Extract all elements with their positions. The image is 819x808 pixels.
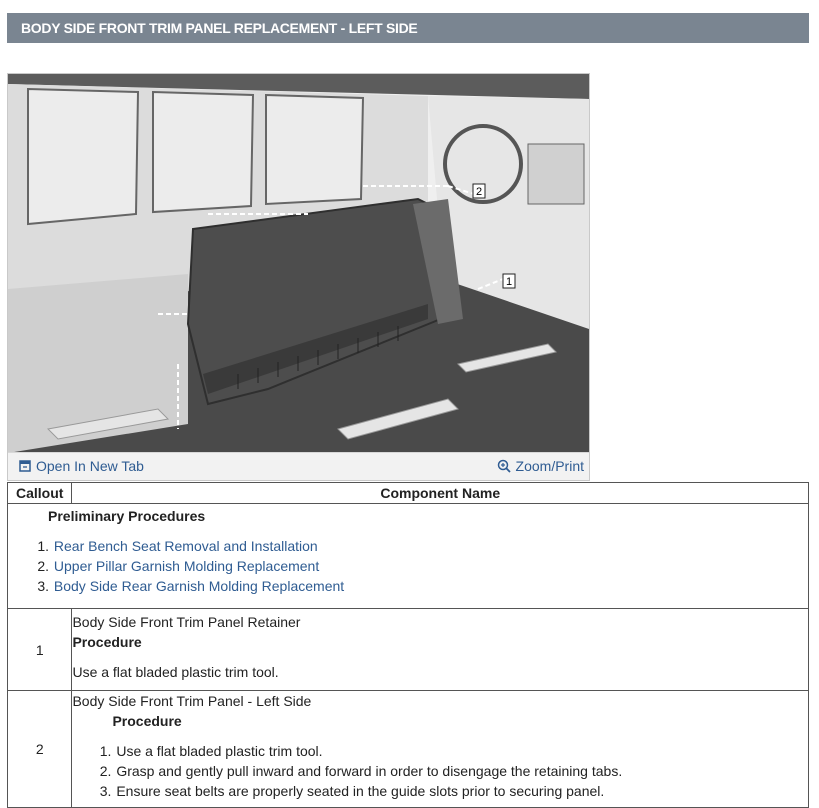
procedure-steps: 1. Use a flat bladed plastic trim tool. … — [72, 741, 800, 801]
list-item: 1. Rear Bench Seat Removal and Installat… — [34, 536, 808, 556]
table-row: 2 Body Side Front Trim Panel - Left Side… — [6, 690, 809, 808]
list-item: 3. Body Side Rear Garnish Molding Replac… — [34, 576, 808, 596]
diagram-figure: 2 1 Open In New Tab Zoom/Print — [7, 73, 590, 481]
procedure-text: Use a flat bladed plastic trim tool. — [72, 663, 279, 680]
open-in-new-tab-label: Open In New Tab — [36, 458, 144, 474]
page-title: BODY SIDE FRONT TRIM PANEL REPLACEMENT -… — [7, 13, 809, 43]
zoom-icon — [497, 459, 511, 473]
procedure-label: Procedure — [112, 713, 182, 729]
link-rear-bench-seat[interactable]: Rear Bench Seat Removal and Installation — [54, 538, 318, 554]
list-item: 3. Ensure seat belts are properly seated… — [96, 781, 800, 801]
callout-marker-1: 1 — [502, 273, 516, 289]
callout-number: 1 — [6, 608, 73, 691]
preliminary-list: 1. Rear Bench Seat Removal and Installat… — [34, 536, 808, 596]
table-header-row: Callout Component Name — [6, 482, 809, 504]
open-in-new-tab-link[interactable]: Open In New Tab — [19, 458, 144, 474]
zoom-print-label: Zoom/Print — [515, 458, 584, 474]
component-cell: Body Side Front Trim Panel Retainer Proc… — [71, 608, 809, 691]
component-cell: Body Side Front Trim Panel - Left Side P… — [71, 690, 809, 808]
open-new-tab-icon — [19, 460, 31, 472]
link-body-side-rear-garnish[interactable]: Body Side Rear Garnish Molding Replaceme… — [54, 578, 344, 594]
component-name: Body Side Front Trim Panel Retainer — [72, 613, 301, 630]
list-number: 3. — [99, 783, 112, 799]
figure-toolbar: Open In New Tab Zoom/Print — [8, 452, 589, 480]
component-name: Body Side Front Trim Panel - Left Side — [72, 693, 312, 709]
list-number: 2. — [99, 763, 112, 779]
step-text: Ensure seat belts are properly seated in… — [116, 783, 605, 799]
van-interior-illustration: 2 1 — [8, 74, 589, 453]
list-number: 2. — [37, 558, 49, 574]
preliminary-row: Preliminary Procedures 1. Rear Bench Sea… — [7, 503, 809, 609]
svg-text:2: 2 — [476, 186, 482, 198]
zoom-print-link[interactable]: Zoom/Print — [497, 458, 584, 474]
link-upper-pillar-garnish[interactable]: Upper Pillar Garnish Molding Replacement — [54, 558, 319, 574]
step-text: Grasp and gently pull inward and forward… — [116, 763, 623, 779]
preliminary-heading: Preliminary Procedures — [48, 508, 206, 524]
table-row: 1 Body Side Front Trim Panel Retainer Pr… — [6, 608, 809, 691]
svg-text:1: 1 — [506, 276, 512, 288]
list-number: 1. — [99, 743, 112, 759]
list-item: 2. Grasp and gently pull inward and forw… — [96, 761, 800, 781]
component-name-header: Component Name — [71, 482, 809, 504]
callout-header: Callout — [6, 482, 73, 504]
list-number: 1. — [37, 538, 49, 554]
component-table: Callout Component Name Preliminary Proce… — [6, 482, 809, 808]
preliminary-procedures: Preliminary Procedures 1. Rear Bench Sea… — [7, 503, 809, 609]
list-number: 3. — [37, 578, 49, 594]
callout-number: 2 — [6, 690, 73, 808]
list-item: 2. Upper Pillar Garnish Molding Replacem… — [34, 556, 808, 576]
callout-marker-2: 2 — [472, 183, 486, 199]
list-item: 1. Use a flat bladed plastic trim tool. — [96, 741, 800, 761]
step-text: Use a flat bladed plastic trim tool. — [116, 743, 323, 759]
procedure-label: Procedure — [72, 633, 142, 650]
